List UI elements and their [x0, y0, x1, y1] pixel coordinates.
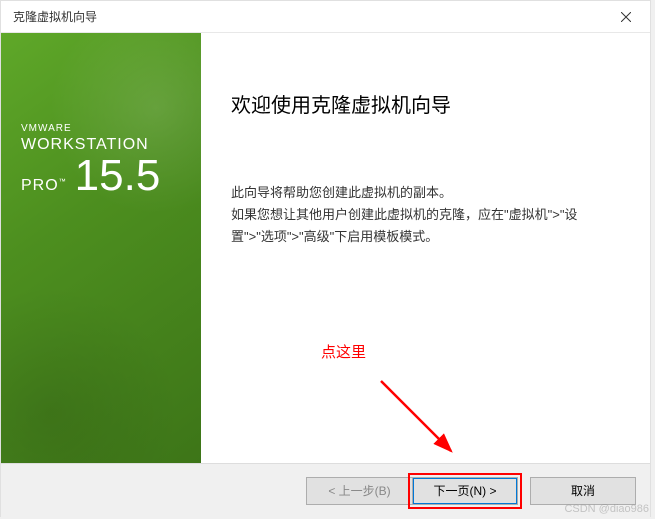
- back-button: < 上一步(B): [306, 477, 412, 505]
- close-icon: [621, 12, 631, 22]
- brand-pro-row: PRO™ 15.5: [21, 154, 160, 198]
- brand-pro: PRO™: [21, 177, 67, 195]
- brand-version: 15.5: [75, 154, 161, 198]
- description-text: 此向导将帮助您创建此虚拟机的副本。 如果您想让其他用户创建此虚拟机的克隆，应在"…: [231, 182, 610, 248]
- page-title: 欢迎使用克隆虚拟机向导: [231, 89, 610, 118]
- footer-buttons: < 上一步(B) 下一页(N) > 取消: [1, 463, 650, 517]
- content-area: VMWARE WORKSTATION PRO™ 15.5 欢迎使用克隆虚拟机向导…: [1, 33, 650, 463]
- brand-vmware: VMWARE: [21, 123, 160, 134]
- window-title: 克隆虚拟机向导: [9, 8, 610, 25]
- main-panel: 欢迎使用克隆虚拟机向导 此向导将帮助您创建此虚拟机的副本。 如果您想让其他用户创…: [201, 33, 650, 463]
- next-button[interactable]: 下一页(N) >: [412, 477, 518, 505]
- titlebar: 克隆虚拟机向导: [1, 1, 650, 33]
- cancel-button[interactable]: 取消: [530, 477, 636, 505]
- close-button[interactable]: [610, 3, 642, 31]
- annotation-label: 点这里: [321, 341, 366, 362]
- sidebar-banner: VMWARE WORKSTATION PRO™ 15.5: [1, 33, 201, 463]
- brand-block: VMWARE WORKSTATION PRO™ 15.5: [21, 123, 160, 198]
- wizard-dialog: 克隆虚拟机向导 VMWARE WORKSTATION PRO™ 15.5 欢迎使…: [0, 0, 651, 517]
